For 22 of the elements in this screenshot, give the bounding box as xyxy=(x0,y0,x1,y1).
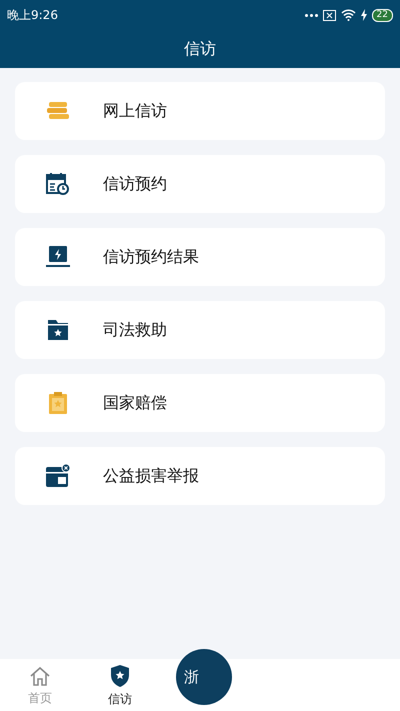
sim-icon xyxy=(322,10,336,20)
menu-card[interactable]: 网上信访 xyxy=(15,82,385,140)
shield-star-icon xyxy=(110,664,130,686)
menu-card[interactable]: 国家赔偿 xyxy=(15,374,385,432)
charging-icon xyxy=(360,9,367,21)
books-icon xyxy=(46,102,70,120)
tab[interactable]: 信访 xyxy=(80,662,160,708)
menu-card[interactable]: 司法救助 xyxy=(15,301,385,359)
card-icon xyxy=(45,464,71,488)
more-dots-icon xyxy=(304,14,318,16)
page-title: 信访 xyxy=(184,38,216,60)
laptop-icon xyxy=(46,246,70,268)
wifi-icon xyxy=(340,9,356,21)
menu-card[interactable]: 信访预约结果 xyxy=(15,228,385,286)
center-button[interactable]: 浙 xyxy=(176,649,232,705)
status-time: 晚上9:26 xyxy=(7,7,58,24)
calendar-clock-icon xyxy=(46,173,70,195)
menu-card[interactable]: 公益损害举报 xyxy=(15,447,385,505)
home-icon xyxy=(29,666,51,686)
battery-level: 22 xyxy=(372,8,393,22)
folder-star-icon xyxy=(46,320,70,340)
menu-card[interactable]: 信访预约 xyxy=(15,155,385,213)
